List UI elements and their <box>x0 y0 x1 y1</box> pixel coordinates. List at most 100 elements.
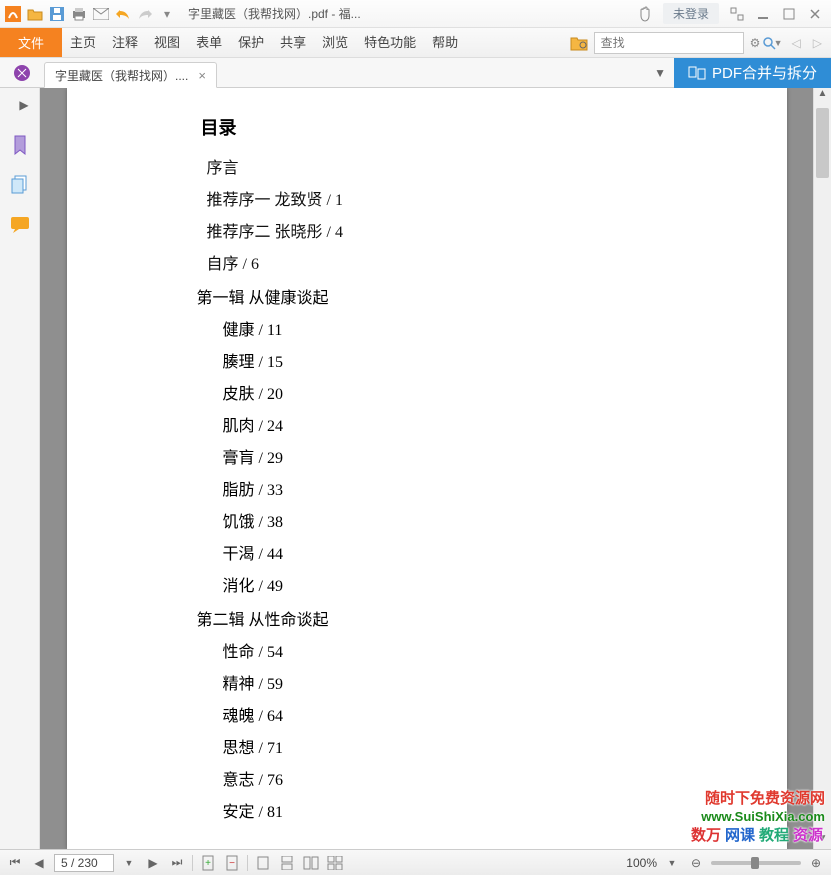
gear-dropdown-icon[interactable]: ▼ <box>774 38 783 48</box>
tab-app-icon[interactable] <box>0 58 44 87</box>
zoom-slider[interactable] <box>711 861 801 865</box>
next-page-icon[interactable]: ▶ <box>144 854 162 872</box>
toc-item: 脂肪 / 33 <box>223 476 727 500</box>
tab-strip: 字里藏医（我帮找网）.... × ▼ PDF合并与拆分 <box>0 58 831 88</box>
watermark-line3: 数万网课教程资源 <box>689 826 825 846</box>
toc-item: 精神 / 59 <box>223 670 727 694</box>
menu-items: 主页 注释 视图 表单 保护 共享 浏览 特色功能 帮助 <box>62 28 466 57</box>
folder-search-icon[interactable] <box>570 35 588 51</box>
menu-comment[interactable]: 注释 <box>104 28 146 58</box>
merge-icon <box>688 65 706 81</box>
hand-icon[interactable] <box>637 7 653 21</box>
single-page-icon[interactable] <box>254 854 272 872</box>
toc-item: 意志 / 76 <box>223 766 727 790</box>
toc-rec2: 推荐序二 张晓彤 / 4 <box>207 218 727 242</box>
menu-share[interactable]: 共享 <box>272 28 314 58</box>
app-icon <box>4 5 22 23</box>
maximize-icon[interactable] <box>781 7 797 21</box>
toc-item: 干渴 / 44 <box>223 540 727 564</box>
status-bar: ⏮ ◀ 5 / 230 ▼ ▶ ⏭ + − 100% ▼ ⊖ ⊕ <box>0 849 831 875</box>
scroll-up-icon[interactable]: ▲ <box>814 88 831 104</box>
last-page-icon[interactable]: ⏭ <box>168 854 186 872</box>
ribbon-toggle-icon[interactable] <box>729 7 745 21</box>
toc-self: 自序 / 6 <box>207 250 727 274</box>
comment-panel-icon[interactable] <box>9 214 31 236</box>
toc-item: 肌肉 / 24 <box>223 412 727 436</box>
vertical-scrollbar[interactable]: ▲ ▼ <box>813 88 831 849</box>
watermark: 随时下免费资源网 www.SuiShiXia.com 数万网课教程资源 <box>689 789 825 845</box>
document-viewport[interactable]: 目录 序言 推荐序一 龙致贤 / 1 推荐序二 张晓彤 / 4 自序 / 6 第… <box>40 88 813 849</box>
toc-heading: 目录 <box>201 114 727 140</box>
menu-home[interactable]: 主页 <box>62 28 104 58</box>
page-input[interactable]: 5 / 230 <box>54 854 114 872</box>
svg-text:+: + <box>205 858 211 869</box>
continuous-facing-icon[interactable] <box>326 854 344 872</box>
save-icon[interactable] <box>48 5 66 23</box>
titlebar-right: 未登录 <box>629 3 831 24</box>
toc-item: 性命 / 54 <box>223 638 727 662</box>
page-dropdown-icon[interactable]: ▼ <box>120 854 138 872</box>
nav-prev-icon[interactable]: ◁ <box>789 36 804 50</box>
toc-item: 膏肓 / 29 <box>223 444 727 468</box>
menu-view[interactable]: 视图 <box>146 28 188 58</box>
zoom-dropdown-icon[interactable]: ▼ <box>663 854 681 872</box>
prev-page-icon[interactable]: ◀ <box>30 854 48 872</box>
undo-icon[interactable] <box>114 5 132 23</box>
first-page-icon[interactable]: ⏮ <box>6 854 24 872</box>
toc-item: 安定 / 81 <box>223 798 727 822</box>
window-title: 字里藏医（我帮找网）.pdf - 福... <box>180 5 629 22</box>
separator <box>192 855 193 871</box>
pages-icon[interactable] <box>9 174 31 196</box>
minimize-icon[interactable] <box>755 7 771 21</box>
print-icon[interactable] <box>70 5 88 23</box>
login-button[interactable]: 未登录 <box>663 3 719 24</box>
toc-preface: 序言 <box>207 154 727 178</box>
email-icon[interactable] <box>92 5 110 23</box>
qat-dropdown-icon[interactable]: ▾ <box>158 5 176 23</box>
tab-dropdown-icon[interactable]: ▼ <box>646 66 674 80</box>
pdf-merge-button[interactable]: PDF合并与拆分 <box>674 58 831 88</box>
toc-item: 饥饿 / 38 <box>223 508 727 532</box>
menu-features[interactable]: 特色功能 <box>356 28 424 58</box>
gear-icon[interactable]: ⚙ <box>750 36 768 50</box>
watermark-line1: 随时下免费资源网 <box>689 789 825 809</box>
toc-rec1: 推荐序一 龙致贤 / 1 <box>207 186 727 210</box>
toc-item: 魂魄 / 64 <box>223 702 727 726</box>
toc-item: 消化 / 49 <box>223 572 727 596</box>
facing-page-icon[interactable] <box>302 854 320 872</box>
menu-help[interactable]: 帮助 <box>424 28 466 58</box>
redo-icon[interactable] <box>136 5 154 23</box>
continuous-page-icon[interactable] <box>278 854 296 872</box>
search-box[interactable] <box>594 32 744 54</box>
toc-section1: 第一辑 从健康谈起 <box>197 284 727 308</box>
bookmark-icon[interactable] <box>9 134 31 156</box>
file-menu[interactable]: 文件 <box>0 28 62 57</box>
watermark-line2: www.SuiShiXia.com <box>689 809 825 826</box>
document-tab[interactable]: 字里藏医（我帮找网）.... × <box>44 62 217 88</box>
menu-form[interactable]: 表单 <box>188 28 230 58</box>
open-icon[interactable] <box>26 5 44 23</box>
panel-expand-icon[interactable]: ▶ <box>13 94 35 116</box>
quick-access-toolbar: ▾ <box>0 5 180 23</box>
svg-text:−: − <box>229 858 235 869</box>
menu-browse[interactable]: 浏览 <box>314 28 356 58</box>
fit-page-remove-icon[interactable]: − <box>223 854 241 872</box>
toc-item: 健康 / 11 <box>223 316 727 340</box>
zoom-in-icon[interactable]: ⊕ <box>807 854 825 872</box>
pdf-page: 目录 序言 推荐序一 龙致贤 / 1 推荐序二 张晓彤 / 4 自序 / 6 第… <box>67 88 787 849</box>
toc-item: 皮肤 / 20 <box>223 380 727 404</box>
tab-label: 字里藏医（我帮找网）.... <box>55 67 188 84</box>
main-area: ▶ 目录 序言 推荐序一 龙致贤 / 1 推荐序二 张晓彤 / 4 自序 / 6… <box>0 88 831 849</box>
menu-right: ⚙ ▼ ◁ ▷ <box>570 28 831 57</box>
nav-next-icon[interactable]: ▷ <box>810 36 825 50</box>
separator <box>247 855 248 871</box>
toc-section2: 第二辑 从性命谈起 <box>197 606 727 630</box>
fit-page-add-icon[interactable]: + <box>199 854 217 872</box>
tab-close-icon[interactable]: × <box>198 68 206 83</box>
scrollbar-thumb[interactable] <box>816 108 829 178</box>
toc-item: 思想 / 71 <box>223 734 727 758</box>
menu-protect[interactable]: 保护 <box>230 28 272 58</box>
close-icon[interactable] <box>807 7 823 21</box>
zoom-out-icon[interactable]: ⊖ <box>687 854 705 872</box>
search-input[interactable] <box>595 36 762 50</box>
